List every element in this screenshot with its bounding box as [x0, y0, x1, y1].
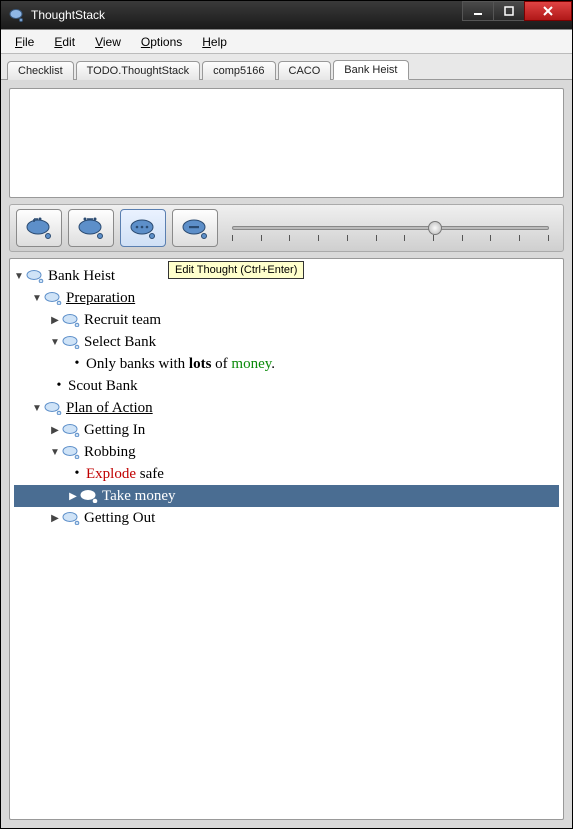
tree-label: Select Bank	[84, 334, 156, 351]
tree-row-preparation[interactable]: ▼ Preparation	[14, 287, 559, 309]
app-window: ThoughtStack File Edit View Options Help…	[0, 0, 573, 829]
slider-thumb[interactable]	[428, 221, 442, 235]
thought-icon	[26, 269, 44, 283]
thought-icon	[62, 335, 80, 349]
titlebar[interactable]: ThoughtStack	[1, 1, 572, 29]
app-icon	[9, 7, 25, 23]
tab-checklist[interactable]: Checklist	[7, 61, 74, 80]
minimize-button[interactable]	[462, 1, 494, 21]
slider-track	[232, 226, 549, 230]
tree-row-select-bank[interactable]: ▼ Select Bank	[14, 331, 559, 353]
tree-label: Bank Heist	[48, 268, 115, 285]
thought-icon	[80, 489, 98, 503]
tree-row-robbing[interactable]: ▼ Robbing	[14, 441, 559, 463]
bullet-icon: •	[54, 378, 64, 394]
tree-row-plan[interactable]: ▼ Plan of Action	[14, 397, 559, 419]
disclosure-down-icon[interactable]: ▼	[14, 271, 24, 282]
tooltip: Edit Thought (Ctrl+Enter)	[168, 261, 304, 279]
tab-caco[interactable]: CACO	[278, 61, 332, 80]
tab-bank-heist[interactable]: Bank Heist	[333, 60, 408, 80]
tree-row-getting-out[interactable]: ▶ Getting Out	[14, 507, 559, 529]
tabbar: Checklist TODO.ThoughtStack comp5166 CAC…	[1, 54, 572, 80]
disclosure-down-icon[interactable]: ▼	[50, 447, 60, 458]
slider-ticks	[232, 235, 549, 241]
tree-label: Getting In	[84, 422, 145, 439]
add-sibling-thought-button[interactable]	[68, 209, 114, 247]
thought-card-panel[interactable]	[9, 88, 564, 198]
tree-row-take-money[interactable]: ▶ Take money	[14, 485, 559, 507]
thought-edit-icon	[128, 216, 158, 240]
tree-label: Preparation	[66, 290, 135, 307]
thought-icon	[62, 445, 80, 459]
edit-thought-button[interactable]	[120, 209, 166, 247]
thought-icon	[62, 511, 80, 525]
thought-remove-icon	[180, 216, 210, 240]
tree-row-only-banks[interactable]: • Only banks with lots of money.	[14, 353, 559, 375]
disclosure-right-icon[interactable]: ▶	[50, 513, 60, 524]
add-child-thought-button[interactable]	[16, 209, 62, 247]
bullet-icon: •	[72, 356, 82, 372]
thought-icon	[62, 313, 80, 327]
menu-edit[interactable]: Edit	[46, 33, 83, 51]
menu-options[interactable]: Options	[133, 33, 190, 51]
zoom-slider[interactable]	[224, 213, 557, 243]
tree-label: Only banks with lots of money.	[86, 356, 275, 373]
tree-label: Explode safe	[86, 466, 164, 483]
tab-todo[interactable]: TODO.ThoughtStack	[76, 61, 201, 80]
client-area: File Edit View Options Help Checklist TO…	[1, 29, 572, 828]
tree-label: Getting Out	[84, 510, 155, 527]
disclosure-down-icon[interactable]: ▼	[50, 337, 60, 348]
menu-help[interactable]: Help	[194, 33, 235, 51]
tree-label: Scout Bank	[68, 378, 138, 395]
toolbar	[9, 204, 564, 252]
tree-panel[interactable]: Edit Thought (Ctrl+Enter) ▼ Bank Heist ▼…	[9, 258, 564, 820]
thought-add-sibling-icon	[76, 216, 106, 240]
thought-add-child-icon	[24, 216, 54, 240]
disclosure-right-icon[interactable]: ▶	[50, 315, 60, 326]
tree-label: Take money	[102, 488, 176, 505]
disclosure-right-icon[interactable]: ▶	[50, 425, 60, 436]
tree-label: Recruit team	[84, 312, 161, 329]
thought-icon	[44, 401, 62, 415]
tree-row-recruit[interactable]: ▶ Recruit team	[14, 309, 559, 331]
title-text: ThoughtStack	[31, 8, 463, 22]
maximize-button[interactable]	[493, 1, 525, 21]
remove-thought-button[interactable]	[172, 209, 218, 247]
menubar: File Edit View Options Help	[1, 30, 572, 54]
tab-comp5166[interactable]: comp5166	[202, 61, 275, 80]
menu-file[interactable]: File	[7, 33, 42, 51]
close-button[interactable]	[524, 1, 572, 21]
disclosure-down-icon[interactable]: ▼	[32, 293, 42, 304]
tree-label: Robbing	[84, 444, 136, 461]
thought-icon	[62, 423, 80, 437]
disclosure-down-icon[interactable]: ▼	[32, 403, 42, 414]
bullet-icon: •	[72, 466, 82, 482]
window-controls	[463, 1, 572, 29]
tree-row-getting-in[interactable]: ▶ Getting In	[14, 419, 559, 441]
tree-row-scout[interactable]: • Scout Bank	[14, 375, 559, 397]
thought-icon	[44, 291, 62, 305]
disclosure-right-icon[interactable]: ▶	[68, 491, 78, 502]
tree-label: Plan of Action	[66, 400, 153, 417]
menu-view[interactable]: View	[87, 33, 129, 51]
workspace: Edit Thought (Ctrl+Enter) ▼ Bank Heist ▼…	[1, 80, 572, 828]
tree-row-explode[interactable]: • Explode safe	[14, 463, 559, 485]
